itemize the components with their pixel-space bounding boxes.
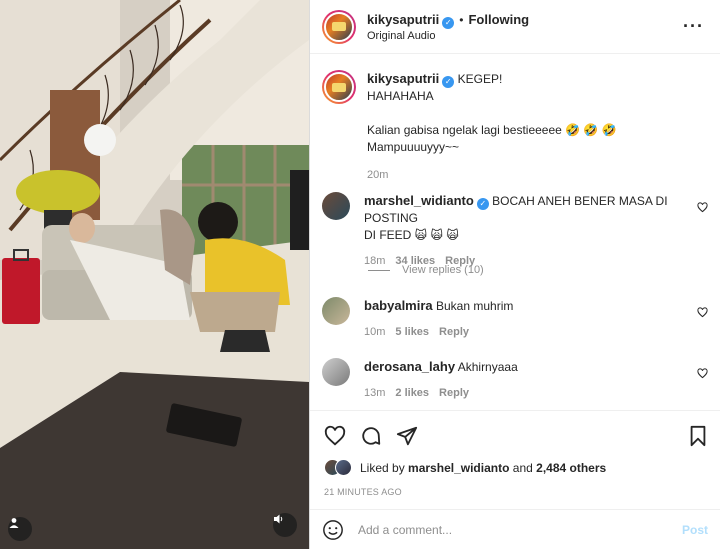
comment-text-line-2: DI FEED 🙀 🙀 🙀 [364, 227, 459, 242]
following-button[interactable]: Following [468, 12, 529, 27]
caption-line-1: KEGEP! [457, 72, 503, 86]
action-icons [324, 425, 418, 447]
caption-username[interactable]: kikysaputrii [367, 71, 439, 86]
user-icon [9, 518, 19, 528]
mute-toggle-button[interactable] [273, 513, 297, 537]
caption-line-3: Kalian gabisa ngelak lagi bestieeeee 🤣 🤣… [367, 122, 617, 137]
comment-text: Akhirnyaaa [457, 360, 518, 374]
likes-prefix: Liked by [360, 460, 405, 475]
comment-input[interactable]: Add a comment... [358, 523, 682, 537]
comment-body: marshel_widianto ✓ BOCAH ANEH BENER MASA … [364, 192, 708, 269]
caption-time[interactable]: 20m [367, 169, 388, 181]
replies-divider [368, 269, 390, 271]
verified-badge-icon: ✓ [442, 75, 455, 88]
likes-text: Liked by marshel_widianto and 2,484 othe… [360, 461, 606, 475]
caption-avatar[interactable] [322, 70, 356, 104]
video-frame [0, 0, 309, 549]
comment-text: Bukan muhrim [436, 299, 514, 313]
caption-line-4: Mampuuuuyyy~~ [367, 139, 460, 154]
bookmark-icon[interactable] [688, 425, 708, 447]
caption: kikysaputrii ✓ KEGEP! HAHAHAHA Kalian gab… [322, 70, 708, 183]
caption-body: kikysaputrii ✓ KEGEP! HAHAHAHA Kalian gab… [367, 70, 708, 183]
post-actions: Liked by marshel_widianto and 2,484 othe… [310, 410, 720, 510]
heart-icon[interactable] [697, 368, 708, 379]
heart-icon[interactable] [697, 202, 708, 213]
commenter-username[interactable]: derosana_lahy [364, 359, 455, 374]
comment-likes[interactable]: 5 likes [395, 326, 429, 338]
comment-time[interactable]: 13m [364, 387, 385, 399]
author-avatar[interactable] [322, 9, 356, 44]
comment-body: derosana_lahy Akhirnyaaa 13m 2 likes Reply [364, 358, 708, 402]
post-media[interactable] [0, 0, 309, 549]
emoji-icon[interactable] [322, 519, 344, 541]
add-comment-bar: Add a comment... Post [310, 509, 720, 549]
commenter-avatar[interactable] [322, 297, 350, 325]
heart-icon[interactable] [324, 425, 346, 447]
reply-button[interactable]: Reply [439, 387, 469, 399]
caption-line-2: HAHAHAHA [367, 89, 434, 104]
comment-item: marshel_widianto ✓ BOCAH ANEH BENER MASA … [322, 192, 708, 269]
comment-icon[interactable] [360, 425, 382, 447]
separator-dot: • [459, 12, 464, 27]
commenter-username[interactable]: marshel_widianto [364, 193, 474, 208]
liker-avatar[interactable] [335, 459, 352, 476]
commenter-avatar[interactable] [322, 192, 350, 220]
heart-icon[interactable] [697, 307, 708, 318]
author-username[interactable]: kikysaputrii [367, 12, 439, 27]
commenter-avatar[interactable] [322, 358, 350, 386]
audio-link[interactable]: Original Audio [367, 30, 529, 44]
more-icon[interactable]: ··· [683, 16, 704, 37]
comment-item: babyalmira Bukan muhrim 10m 5 likes Reply [322, 297, 708, 341]
liker-username[interactable]: marshel_widianto [408, 461, 509, 475]
tagged-user-button[interactable] [8, 517, 32, 541]
view-replies-button[interactable]: View replies (10) [368, 264, 484, 276]
comments-section: kikysaputrii ✓ KEGEP! HAHAHAHA Kalian gab… [310, 54, 720, 410]
likes-others[interactable]: 2,484 others [536, 461, 606, 475]
share-icon[interactable] [396, 425, 418, 447]
likes-and: and [512, 460, 533, 475]
comment-item: derosana_lahy Akhirnyaaa 13m 2 likes Reply [322, 358, 708, 402]
post-timestamp[interactable]: 21 MINUTES AGO [324, 487, 402, 497]
post-details-panel: kikysaputrii ✓ • Following Original Audio ·… [309, 0, 720, 549]
comment-time[interactable]: 10m [364, 326, 385, 338]
comment-body: babyalmira Bukan muhrim 10m 5 likes Reply [364, 297, 708, 341]
reply-button[interactable]: Reply [439, 326, 469, 338]
author-info: kikysaputrii ✓ • Following Original Audio [367, 10, 529, 44]
speaker-icon [274, 514, 283, 524]
comment-likes[interactable]: 2 likes [395, 387, 429, 399]
commenter-username[interactable]: babyalmira [364, 298, 433, 313]
post-comment-button[interactable]: Post [682, 523, 708, 537]
post-header: kikysaputrii ✓ • Following Original Audio ·… [310, 0, 720, 54]
verified-badge-icon: ✓ [442, 16, 455, 29]
view-replies-label[interactable]: View replies (10) [402, 264, 484, 276]
likes-summary: Liked by marshel_widianto and 2,484 othe… [324, 459, 606, 476]
verified-badge-icon: ✓ [476, 197, 489, 210]
